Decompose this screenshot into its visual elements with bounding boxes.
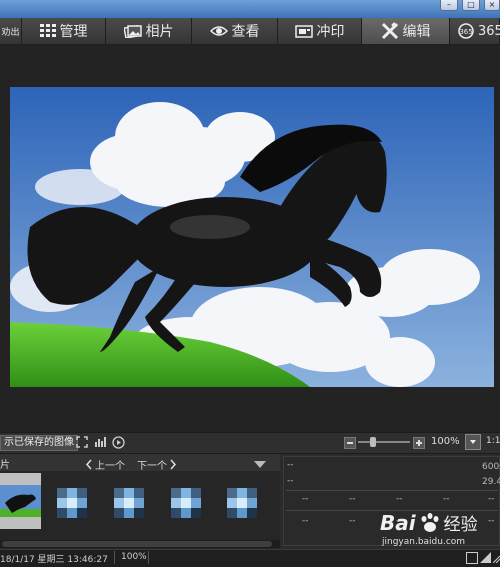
grid-icon [39, 24, 56, 37]
tab-view[interactable]: 查看 [192, 18, 278, 44]
diagonal-icon[interactable] [480, 552, 491, 566]
next-label: 下一个 [137, 461, 167, 472]
status-datetime: 18/1/17 星期三 13:46:27 [0, 555, 108, 565]
zoom-slider-handle[interactable] [370, 437, 376, 447]
info-grid-cell: -- [488, 516, 495, 526]
close-button[interactable]: × [484, 0, 500, 11]
chevron-right-icon [170, 459, 177, 470]
status-divider [148, 551, 149, 564]
tab-print[interactable]: 冲印 [278, 18, 362, 44]
minimize-button[interactable]: – [440, 0, 458, 11]
365-icon: 365 [458, 23, 474, 39]
filmstrip-thumb[interactable] [114, 488, 144, 518]
info-grid-cell: -- [302, 494, 309, 504]
tab-manage-label: 管理 [59, 24, 88, 40]
zoom-in-button[interactable] [413, 437, 425, 449]
play-icon[interactable] [112, 436, 125, 452]
info-grid-cell: -- [302, 516, 309, 526]
info-grid-cell: -- [349, 494, 356, 504]
watermark-brand-cn: 经验 [443, 515, 478, 535]
filmstrip-thumb-selected[interactable] [0, 473, 41, 529]
next-button[interactable]: 下一个 [137, 457, 177, 472]
maximize-button[interactable]: □ [462, 0, 480, 11]
tab-photos-label: 相片 [145, 24, 174, 40]
tab-photos[interactable]: 相片 [106, 18, 192, 44]
filmstrip-thumb[interactable] [171, 488, 201, 518]
tab-fragment-label: 劝出 [1, 27, 20, 38]
panel-toggle-icon[interactable] [466, 552, 478, 564]
prev-label: 上一个 [95, 461, 125, 472]
info-grid-cell: -- [488, 494, 495, 504]
tab-365[interactable]: 365 365 [450, 18, 500, 44]
print-icon [294, 25, 313, 38]
eye-icon [209, 26, 228, 36]
show-saved-image-button[interactable]: 示已保存的图像 [0, 435, 78, 451]
tab-edit-label: 编辑 [402, 24, 431, 40]
photos-icon [123, 24, 142, 38]
edit-tools-icon [381, 22, 398, 40]
info-grid-cell: -- [443, 494, 450, 504]
filmstrip-thumb[interactable] [57, 488, 87, 518]
histogram-icon[interactable] [94, 436, 106, 451]
svg-text:365: 365 [459, 28, 472, 36]
info-divider [286, 490, 498, 491]
status-zoom: 100% [121, 552, 147, 562]
resize-grip-icon[interactable] [492, 552, 500, 566]
window-title-strip [0, 0, 500, 18]
info-value: -- [287, 476, 294, 486]
tab-365-label: 365 [478, 23, 500, 39]
tab-fragment-left[interactable]: 劝出 [0, 18, 22, 44]
tab-print-label: 冲印 [316, 24, 345, 40]
info-value: 600s [482, 462, 500, 472]
fit-screen-icon[interactable] [76, 436, 88, 451]
main-photo [10, 87, 494, 387]
paw-icon [421, 512, 439, 532]
tab-view-label: 查看 [231, 24, 260, 40]
status-divider [114, 551, 115, 564]
prev-button[interactable]: 上一个 [85, 457, 125, 472]
info-grid-cell: -- [349, 516, 356, 526]
filmstrip-fragment-label: 片 [0, 460, 10, 471]
tab-manage[interactable]: 管理 [22, 18, 106, 44]
baidu-watermark: Bai 经验 [380, 510, 478, 536]
watermark-url: jingyan.baidu.com [382, 537, 466, 547]
filmstrip-thumb[interactable] [227, 488, 257, 518]
watermark-brand: Bai [380, 510, 416, 535]
tab-edit[interactable]: 编辑 [362, 18, 450, 44]
filmstrip-scrollbar[interactable] [0, 540, 280, 548]
info-value: -- [287, 460, 294, 470]
zoom-dropdown-button[interactable] [465, 434, 481, 450]
zoom-value: 100% [431, 436, 460, 447]
zoom-slider-track[interactable] [358, 441, 410, 443]
zoom-out-button[interactable] [344, 437, 356, 449]
info-grid-cell: -- [396, 494, 403, 504]
ratio-label[interactable]: 1:1 [486, 436, 500, 446]
info-value: 29.4 [482, 477, 500, 487]
chevron-left-icon [85, 459, 92, 470]
